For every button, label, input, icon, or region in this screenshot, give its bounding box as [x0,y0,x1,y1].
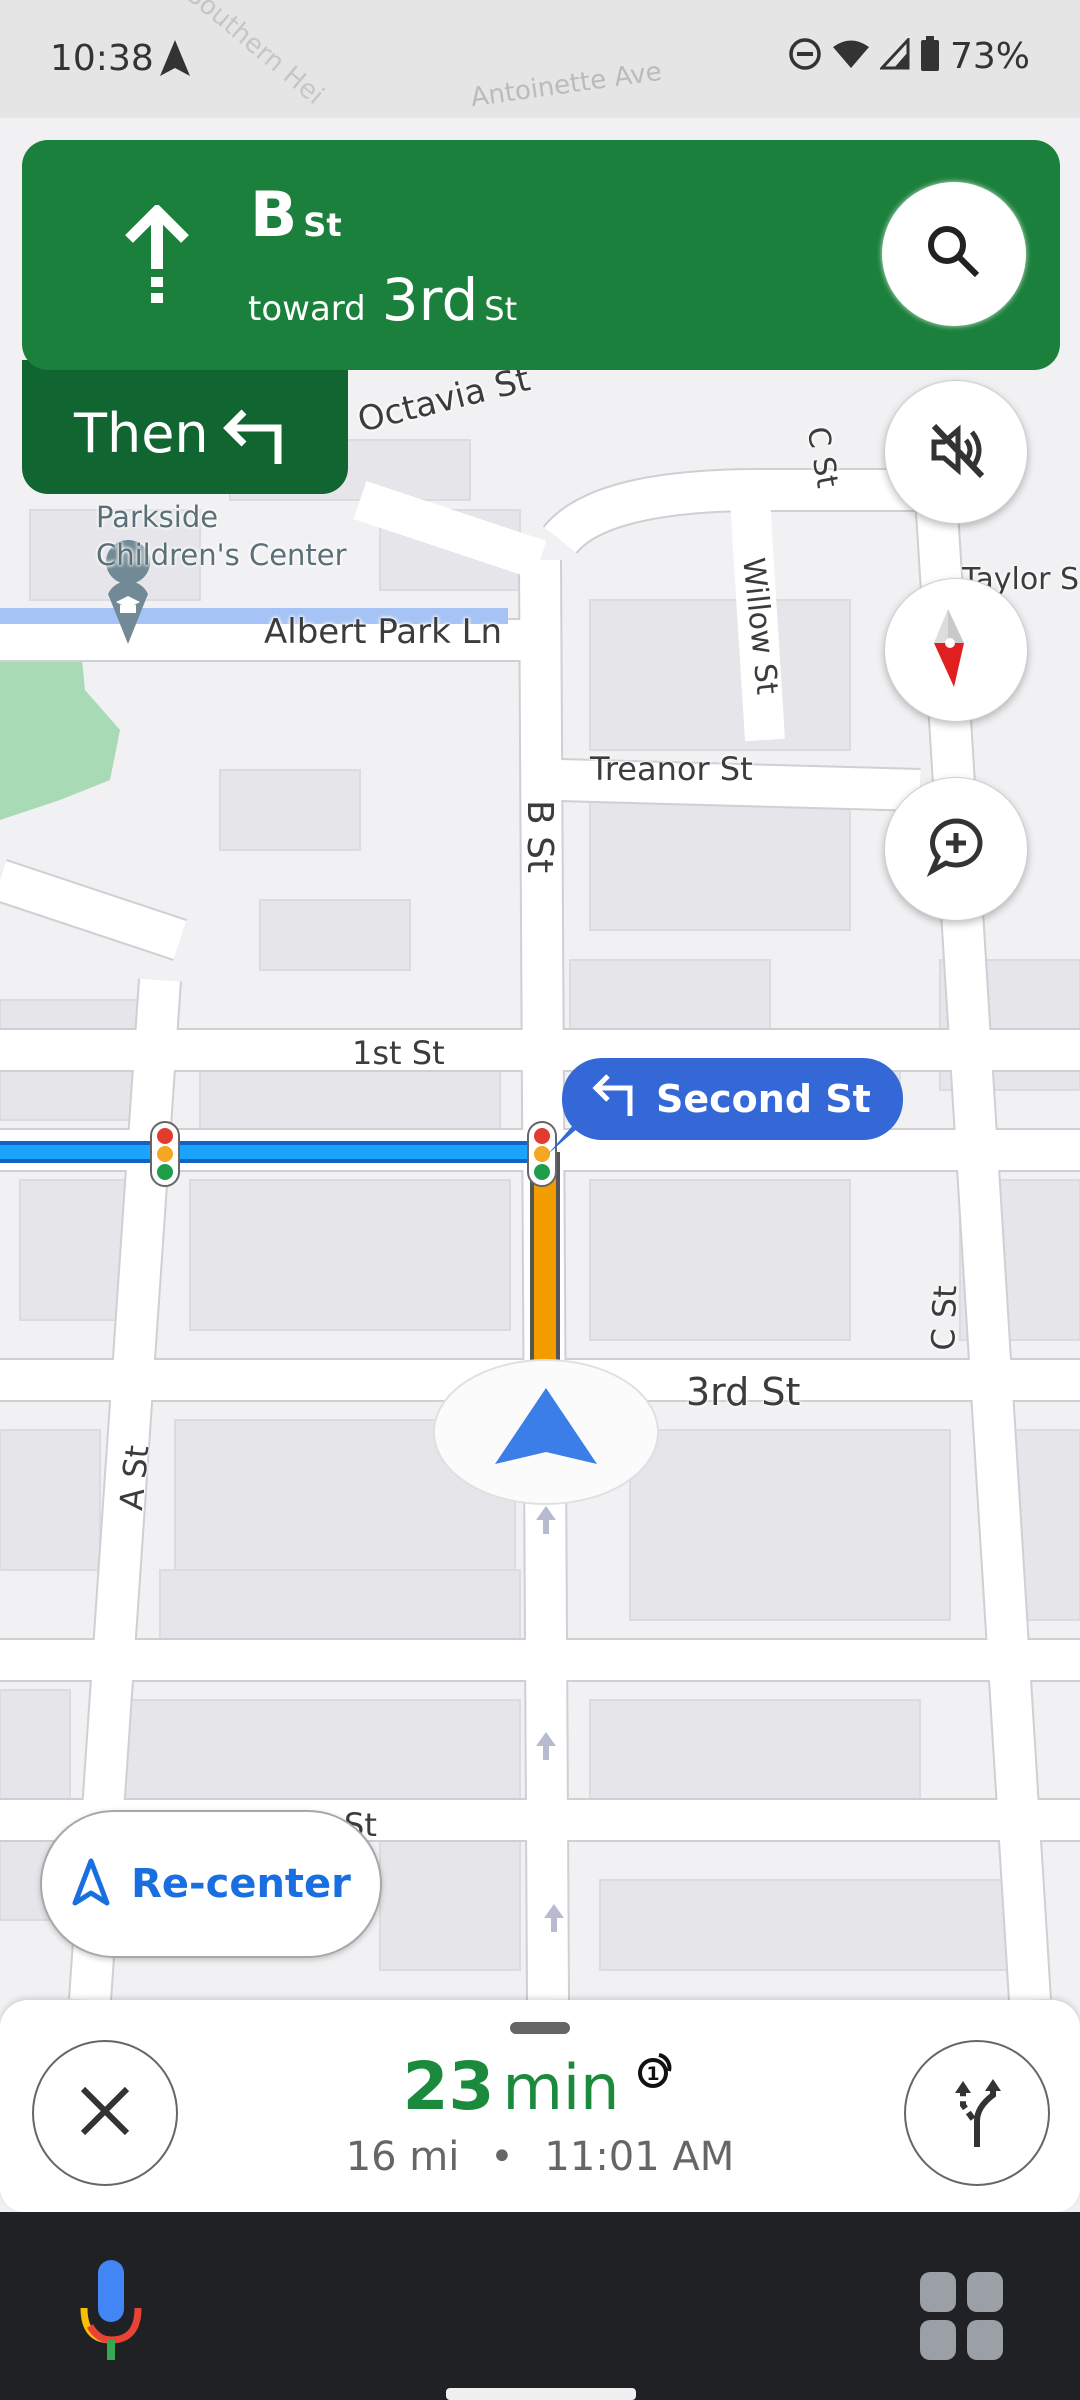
volume-off-icon [920,414,992,491]
duration-unit: min [502,2051,620,2124]
street-name-main: B [250,178,298,251]
alternate-routes-button[interactable] [904,2040,1050,2186]
poi-name-line2: Children's Center [96,538,347,572]
eta-badge-icon: 1 [637,2049,677,2095]
google-mic-icon [76,2260,146,2364]
do-not-disturb-icon [788,37,822,76]
voice-search-button[interactable] [76,2260,146,2365]
map-label-c-st: C St [924,1284,965,1352]
add-report-button[interactable] [884,777,1028,921]
trip-summary-panel[interactable]: 23 min 1 16 mi • 11:01 AM [0,2000,1080,2212]
toward-street-suffix: St [484,290,518,328]
mute-button[interactable] [884,380,1028,524]
next-maneuver-panel[interactable]: Then [22,360,348,494]
map-label-antoinette-ave: Antoinette Ave [468,56,664,114]
home-gesture-bar[interactable] [446,2388,636,2400]
map-label-southern-heights: Southern Hei [180,0,330,111]
poi-name-line1: Parkside [96,500,219,534]
turn-callout-street: Second St [656,1077,871,1121]
battery-percentage: 73% [949,36,1030,77]
navigation-outline-icon [71,1857,111,1912]
navigation-arrow-icon [160,40,190,81]
street-name-suffix: St [303,206,342,244]
status-time: 10:38 [50,38,154,79]
apps-button[interactable] [920,2272,1008,2367]
traffic-light-icon [150,1121,180,1187]
turn-left-icon [590,1072,638,1127]
drag-handle[interactable] [510,2022,570,2034]
map-label-treanor-st: Treanor St [590,750,753,788]
trip-distance: 16 mi [345,2134,460,2180]
cellular-signal-icon [878,36,910,75]
map-label-albert-park-ln: Albert Park Ln [264,612,503,652]
map-label-poi-parkside[interactable]: Parkside Children's Center [96,498,396,574]
compass-icon [926,603,986,698]
recenter-button[interactable]: Re-center [40,1810,382,1958]
wifi-icon [832,38,870,75]
then-label: Then [74,402,209,465]
toward-label: toward [248,289,366,329]
map-label-3rd-st: 3rd St [686,1370,801,1414]
search-button[interactable] [882,182,1026,326]
alternate-routes-icon [937,2071,1017,2156]
trip-separator: • [490,2134,514,2180]
straight-arrow-icon [117,203,197,320]
arrival-time: 11:01 AM [544,2134,735,2180]
toward-street-main: 3rd [381,266,479,334]
system-bar [0,2212,1080,2400]
map-label-b-st: B St [519,800,560,874]
battery-icon [920,36,940,77]
current-street-name: B St [250,178,342,251]
turn-callout[interactable]: Second St [562,1058,903,1140]
app-grid-icon [920,2272,1008,2366]
status-icons: 73% [788,36,1030,77]
toward-street: toward 3rd St [248,266,517,334]
recenter-label: Re-center [131,1861,351,1907]
search-icon [919,217,989,292]
compass-button[interactable] [884,578,1028,722]
duration-value: 23 [402,2048,495,2125]
map-label-1st-st: 1st St [352,1034,445,1072]
add-report-icon [920,811,992,888]
eta-badge-number: 1 [647,2063,660,2085]
status-bar: Antoinette Ave Southern Hei 10:38 73% [0,0,1080,118]
turn-left-icon [220,406,290,471]
map-label-a-st: A St [112,1443,157,1512]
